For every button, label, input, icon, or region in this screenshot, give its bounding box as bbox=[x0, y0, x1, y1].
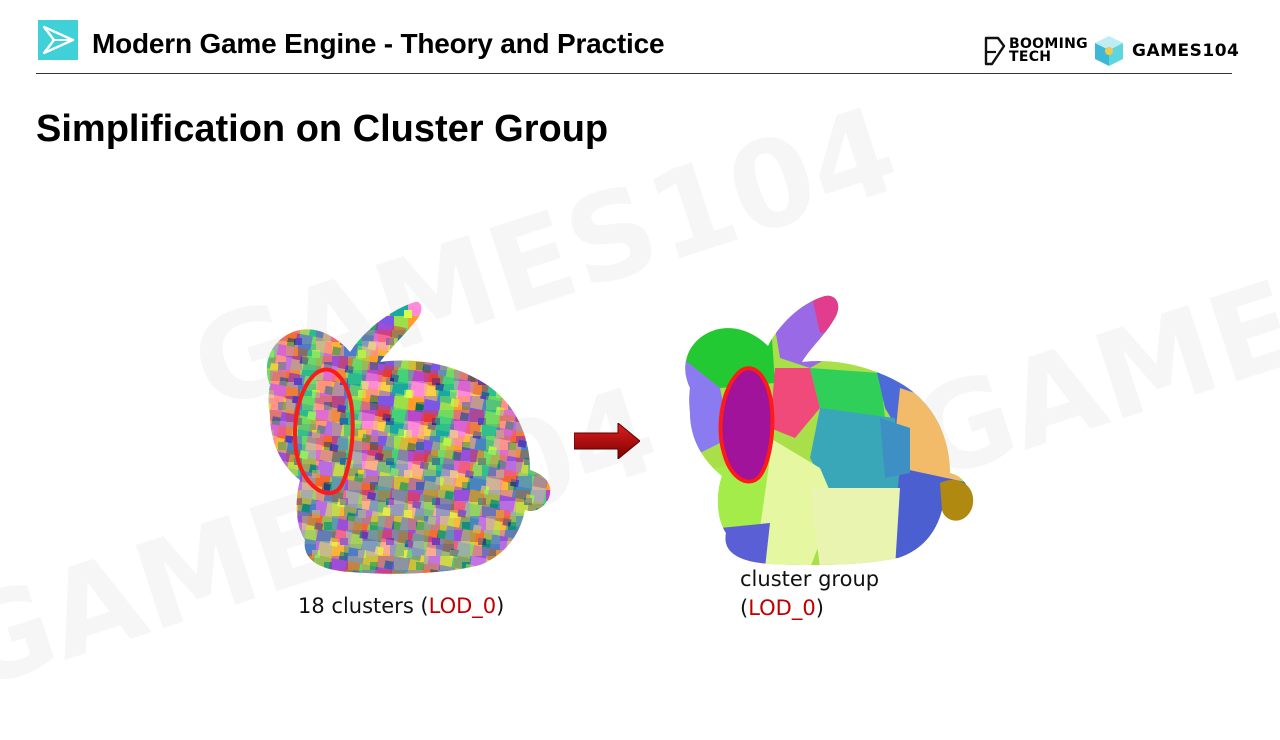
games104-text: GAMES104 bbox=[1132, 41, 1240, 61]
caption-text: ) bbox=[496, 594, 505, 618]
booming-mark-icon bbox=[984, 36, 1006, 66]
course-title: Modern Game Engine - Theory and Practice bbox=[92, 28, 665, 59]
caption-text: ( bbox=[740, 596, 749, 620]
caption-18-clusters: 18 clusters (LOD_0) bbox=[298, 594, 504, 618]
caption-text: 18 clusters ( bbox=[298, 594, 429, 618]
tech-text: TECH bbox=[1009, 49, 1052, 65]
booming-tech-logo: BOOMING TECH bbox=[984, 36, 1088, 66]
caption-text: ) bbox=[815, 596, 824, 620]
course-logo-icon bbox=[38, 20, 78, 60]
caption-cluster-group: cluster group (LOD_0) bbox=[740, 565, 879, 623]
slide-title: Simplification on Cluster Group bbox=[36, 108, 609, 150]
header-divider bbox=[36, 73, 1232, 74]
arrow-right-icon bbox=[574, 423, 640, 459]
games104-logo: GAMES104 bbox=[1094, 35, 1239, 67]
bunny-cluster-group-image bbox=[685, 295, 974, 566]
games104-cube-icon bbox=[1095, 36, 1123, 66]
lod-label: LOD_0 bbox=[428, 594, 497, 618]
caption-text: cluster group bbox=[740, 567, 880, 591]
lod-label: LOD_0 bbox=[748, 596, 816, 620]
bunny-18-clusters-image bbox=[266, 301, 551, 574]
